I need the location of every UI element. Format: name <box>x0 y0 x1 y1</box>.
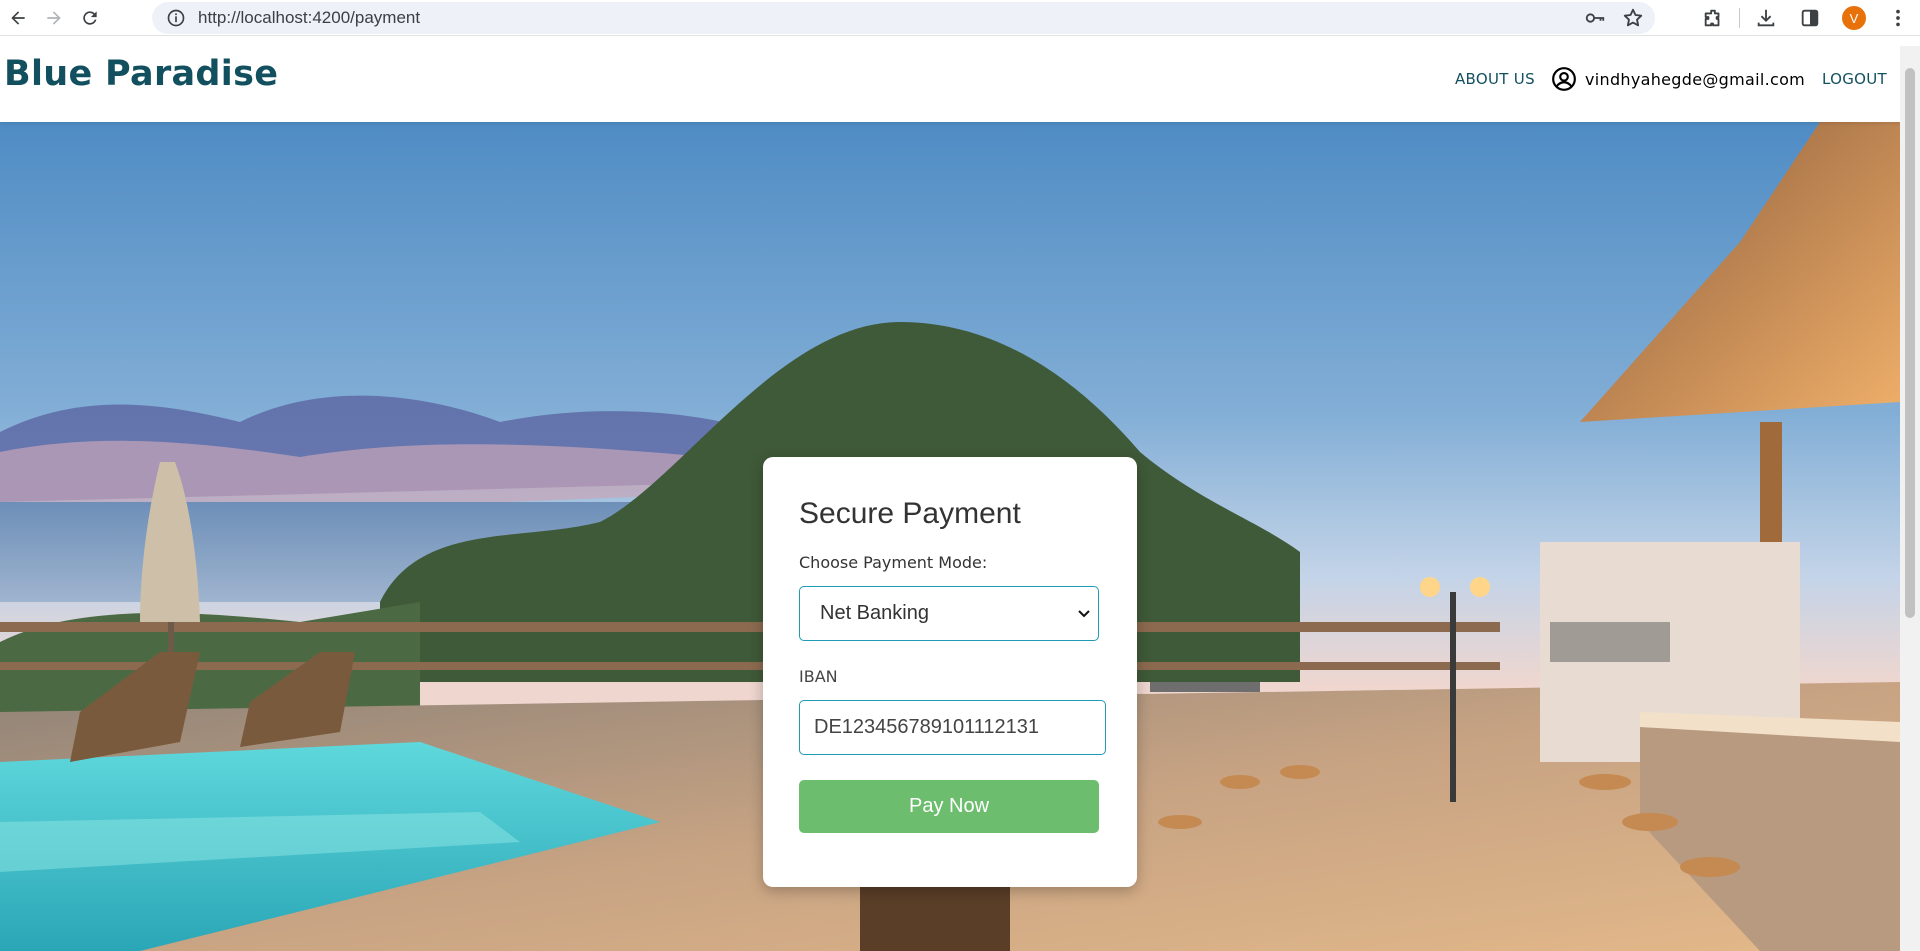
card-title: Secure Payment <box>799 497 1021 530</box>
payment-mode-value: Net Banking <box>820 602 929 624</box>
side-panel-icon[interactable] <box>1788 0 1832 36</box>
forward-icon[interactable] <box>36 0 72 36</box>
bookmark-star-icon[interactable] <box>1617 2 1649 34</box>
site-info-icon[interactable] <box>158 2 194 34</box>
page-scrollbar[interactable] <box>1900 46 1920 951</box>
iban-input[interactable] <box>799 700 1106 755</box>
chevron-down-icon <box>1078 610 1090 618</box>
iban-label: IBAN <box>799 667 838 686</box>
user-account[interactable]: vindhyahegde@gmail.com <box>1551 66 1805 92</box>
pay-now-button[interactable]: Pay Now <box>799 780 1099 833</box>
brand-logo[interactable]: Blue Paradise <box>4 54 278 94</box>
payment-mode-label: Choose Payment Mode: <box>799 553 988 572</box>
web-page: Blue Paradise ABOUT US vindhyahegde@gmai… <box>0 46 1900 951</box>
toolbar-divider <box>1739 8 1740 28</box>
payment-mode-select[interactable]: Net Banking <box>799 586 1099 641</box>
url-text[interactable]: http://localhost:4200/payment <box>198 8 420 28</box>
browser-menu-icon[interactable] <box>1876 0 1920 36</box>
about-us-link[interactable]: ABOUT US <box>1455 70 1535 88</box>
back-icon[interactable] <box>0 0 36 36</box>
extensions-icon[interactable] <box>1691 0 1735 36</box>
download-icon[interactable] <box>1744 0 1788 36</box>
profile-initial: V <box>1842 6 1866 30</box>
profile-avatar[interactable]: V <box>1832 0 1876 36</box>
browser-toolbar: http://localhost:4200/payment V <box>0 0 1920 36</box>
reload-icon[interactable] <box>72 0 108 36</box>
address-bar[interactable]: http://localhost:4200/payment <box>152 2 1655 34</box>
logout-link[interactable]: LOGOUT <box>1822 70 1887 88</box>
payment-card: Secure Payment Choose Payment Mode: Net … <box>763 457 1137 887</box>
user-email: vindhyahegde@gmail.com <box>1585 69 1806 89</box>
account-circle-icon <box>1552 67 1576 91</box>
scrollbar-thumb[interactable] <box>1905 68 1915 618</box>
password-key-icon[interactable] <box>1579 2 1611 34</box>
site-header: Blue Paradise ABOUT US vindhyahegde@gmai… <box>0 46 1900 122</box>
